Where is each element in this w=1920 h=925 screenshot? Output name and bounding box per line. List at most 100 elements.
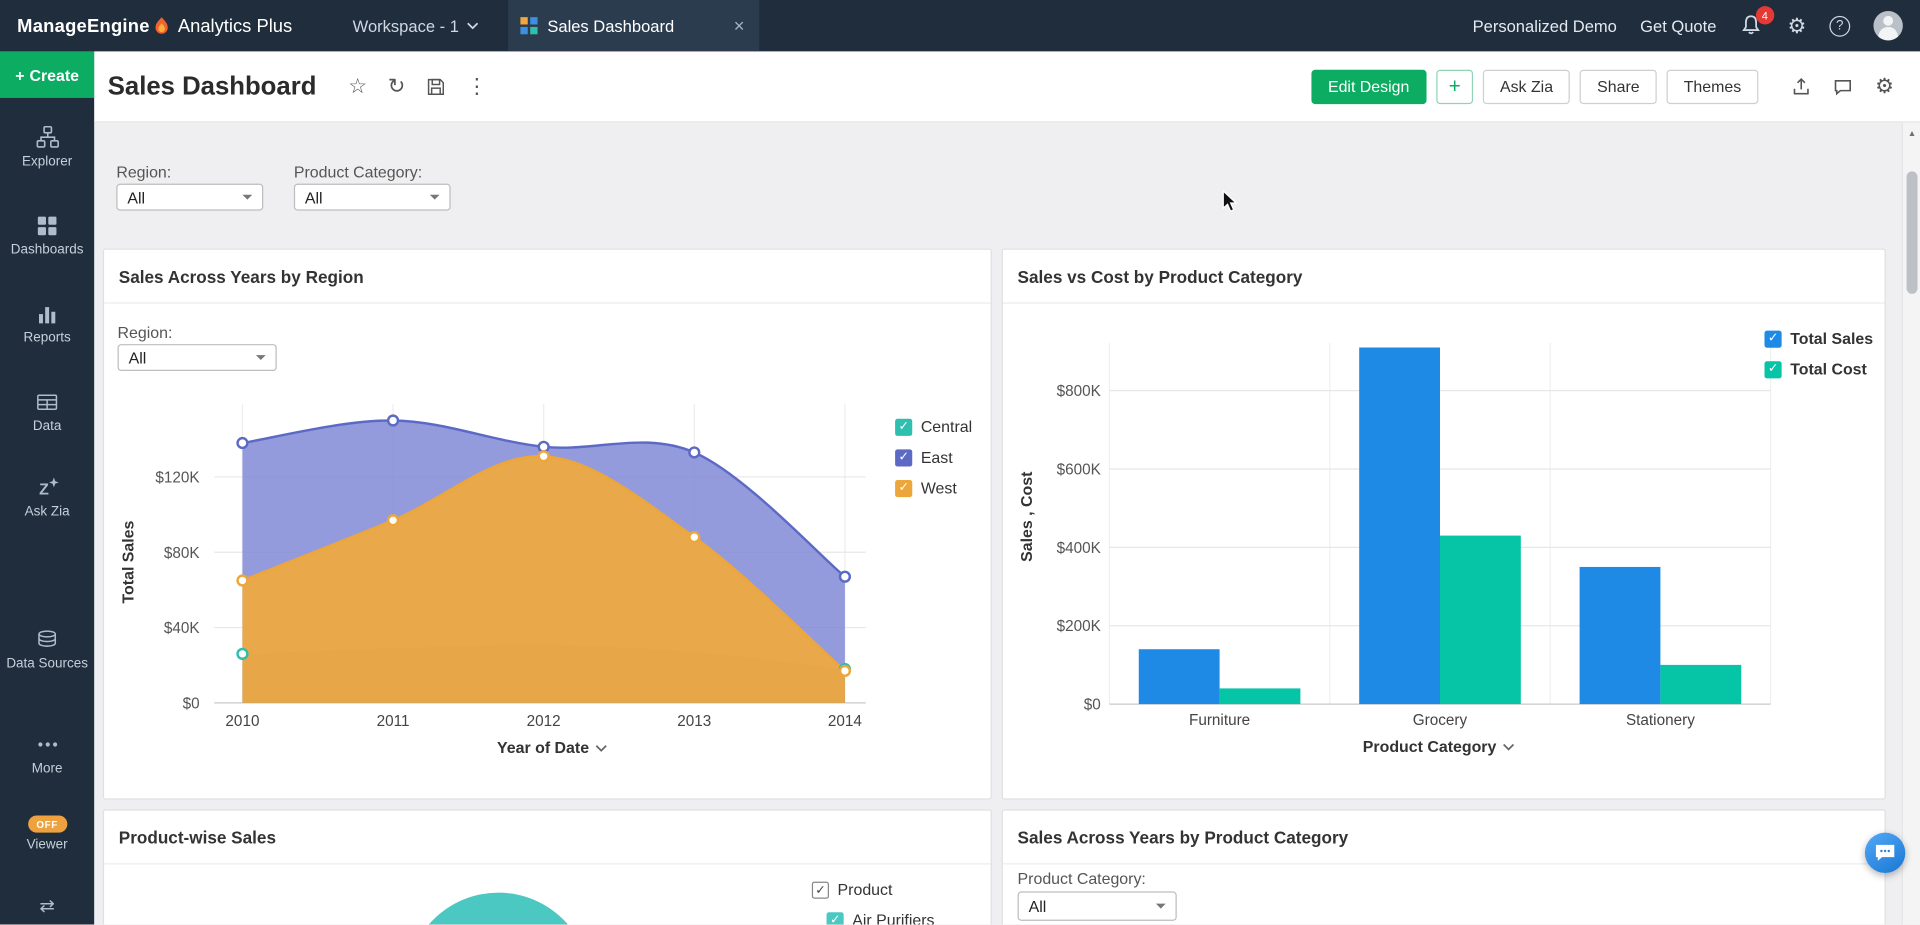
- x-axis-label[interactable]: Product Category: [1329, 737, 1549, 755]
- card4-category-label: Product Category:: [1018, 869, 1146, 887]
- svg-text:2013: 2013: [677, 713, 711, 730]
- sidebar-item-ask-zia[interactable]: Z Ask Zia: [0, 475, 94, 520]
- sidebar-item-data[interactable]: Data: [0, 389, 94, 434]
- dashboard-settings-gear-icon[interactable]: ⚙: [1869, 70, 1901, 102]
- bar-chart[interactable]: $0$200K$400K$600K$800KFurnitureGrocerySt…: [1010, 326, 1867, 736]
- add-report-button[interactable]: +: [1436, 69, 1473, 103]
- share-button[interactable]: Share: [1580, 69, 1657, 103]
- viewer-mode-toggle[interactable]: OFF Viewer: [0, 816, 94, 854]
- region-filter-dropdown[interactable]: All: [116, 184, 263, 211]
- x-axis-label[interactable]: Year of Date: [442, 738, 662, 756]
- reports-icon: [0, 301, 94, 325]
- chevron-down-icon: [430, 195, 440, 205]
- tab-title: Sales Dashboard: [547, 17, 721, 35]
- category-filter-label: Product Category:: [294, 163, 422, 181]
- chat-bubble-icon: [1875, 844, 1896, 862]
- dashboard-tab-icon: [520, 17, 537, 34]
- pie-chart[interactable]: [407, 893, 591, 925]
- refresh-icon[interactable]: ↻: [388, 76, 405, 97]
- svg-text:$200K: $200K: [1057, 618, 1102, 635]
- tab-sales-dashboard[interactable]: Sales Dashboard ×: [508, 0, 759, 51]
- checkbox-icon[interactable]: [895, 418, 912, 435]
- legend-item-total-cost[interactable]: Total Cost: [1764, 360, 1873, 378]
- viewer-toggle-pill[interactable]: OFF: [28, 816, 67, 833]
- scrollbar-thumb[interactable]: [1906, 171, 1917, 293]
- sidebar-item-reports[interactable]: Reports: [0, 301, 94, 346]
- card1-region-dropdown[interactable]: All: [118, 344, 277, 371]
- user-avatar[interactable]: [1873, 11, 1902, 40]
- checkbox-icon[interactable]: [895, 479, 912, 496]
- sidebar-item-data-sources[interactable]: Data Sources: [0, 627, 94, 672]
- notifications-bell-icon[interactable]: 4: [1740, 13, 1764, 37]
- sidebar-item-explorer[interactable]: Explorer: [0, 125, 94, 170]
- settings-gear-icon[interactable]: ⚙: [1787, 15, 1806, 36]
- personalized-demo-link[interactable]: Personalized Demo: [1473, 17, 1617, 35]
- sidebar-item-dashboards[interactable]: Dashboards: [0, 213, 94, 258]
- ask-zia-button[interactable]: Ask Zia: [1483, 69, 1570, 103]
- scroll-up-arrow-icon[interactable]: ▲: [1903, 130, 1920, 139]
- workspace-selector[interactable]: Workspace - 1: [353, 0, 479, 51]
- legend-item-central[interactable]: Central: [895, 418, 972, 436]
- kebab-menu-icon[interactable]: ⋮: [466, 76, 487, 97]
- vertical-scrollbar[interactable]: ▲: [1902, 122, 1920, 924]
- edit-design-button[interactable]: Edit Design: [1311, 69, 1427, 103]
- card-sales-by-product-category: Sales Across Years by Product Category P…: [1002, 809, 1886, 924]
- ask-zia-icon: Z: [0, 475, 94, 499]
- dashboard-header: Sales Dashboard ☆ ↻ ⋮ Edit Design + Ask …: [94, 51, 1920, 122]
- save-icon[interactable]: [426, 77, 446, 97]
- legend-item-east[interactable]: East: [895, 448, 972, 466]
- sidebar-item-more[interactable]: More: [0, 732, 94, 777]
- svg-text:$400K: $400K: [1057, 540, 1102, 557]
- themes-button[interactable]: Themes: [1667, 69, 1759, 103]
- card4-category-dropdown[interactable]: All: [1018, 891, 1177, 920]
- legend-item-total-sales[interactable]: Total Sales: [1764, 329, 1873, 347]
- topbar-right: Personalized Demo Get Quote 4 ⚙ ?: [1473, 0, 1903, 51]
- brand-logo[interactable]: ManageEngine Analytics Plus: [17, 0, 292, 51]
- bar-chart-legend: Total Sales Total Cost: [1764, 329, 1873, 378]
- svg-text:Furniture: Furniture: [1189, 712, 1250, 729]
- data-sources-icon: [0, 627, 94, 651]
- export-icon[interactable]: [1785, 70, 1817, 102]
- checkbox-icon[interactable]: [827, 912, 844, 925]
- sidebar-collapse-icon[interactable]: ⇄: [0, 895, 94, 917]
- card1-region-label: Region:: [118, 323, 173, 341]
- checkbox-icon[interactable]: [812, 881, 829, 898]
- create-button[interactable]: + Create: [0, 51, 94, 98]
- area-chart-legend: Central East West: [895, 418, 972, 498]
- data-table-icon: [0, 389, 94, 413]
- svg-text:2011: 2011: [377, 713, 410, 730]
- comments-icon[interactable]: [1827, 70, 1859, 102]
- explorer-icon: [0, 125, 94, 149]
- area-chart[interactable]: $0$40K$80K$120K20102011201220132014: [111, 387, 895, 791]
- brand-managengine: ManageEngine: [17, 15, 150, 36]
- favorite-star-icon[interactable]: ☆: [348, 76, 367, 97]
- region-filter-label: Region:: [116, 163, 171, 181]
- svg-text:$600K: $600K: [1057, 461, 1102, 478]
- top-bar: ManageEngine Analytics Plus Workspace - …: [0, 0, 1920, 51]
- header-quick-icons: ☆ ↻ ⋮: [348, 76, 487, 97]
- checkbox-icon[interactable]: [895, 449, 912, 466]
- chevron-down-icon: [1156, 904, 1166, 914]
- tab-close-icon[interactable]: ×: [731, 15, 747, 36]
- svg-text:Z: Z: [39, 482, 49, 499]
- svg-text:$40K: $40K: [164, 620, 201, 637]
- chevron-down-icon: [256, 355, 266, 365]
- left-sidebar: + Create Explorer Dashboards: [0, 51, 94, 924]
- more-dots-icon: [0, 732, 94, 756]
- chat-support-fab[interactable]: [1865, 833, 1905, 873]
- help-icon[interactable]: ?: [1829, 15, 1850, 36]
- card-title: Sales Across Years by Product Category: [1018, 827, 1349, 847]
- pie-chart-legend: Product Air Purifiers: [812, 880, 935, 924]
- svg-text:Stationery: Stationery: [1626, 712, 1695, 729]
- legend-item-product[interactable]: Product: [812, 880, 935, 898]
- mouse-cursor: [1222, 190, 1238, 213]
- svg-text:2012: 2012: [527, 713, 561, 730]
- category-filter-dropdown[interactable]: All: [294, 184, 451, 211]
- page-title: Sales Dashboard: [108, 72, 317, 101]
- legend-item-air-purifiers[interactable]: Air Purifiers: [827, 911, 935, 924]
- checkbox-icon[interactable]: [1764, 361, 1781, 378]
- checkbox-icon[interactable]: [1764, 330, 1781, 347]
- legend-item-west[interactable]: West: [895, 479, 972, 497]
- chevron-down-icon: [595, 744, 607, 751]
- get-quote-link[interactable]: Get Quote: [1640, 17, 1716, 35]
